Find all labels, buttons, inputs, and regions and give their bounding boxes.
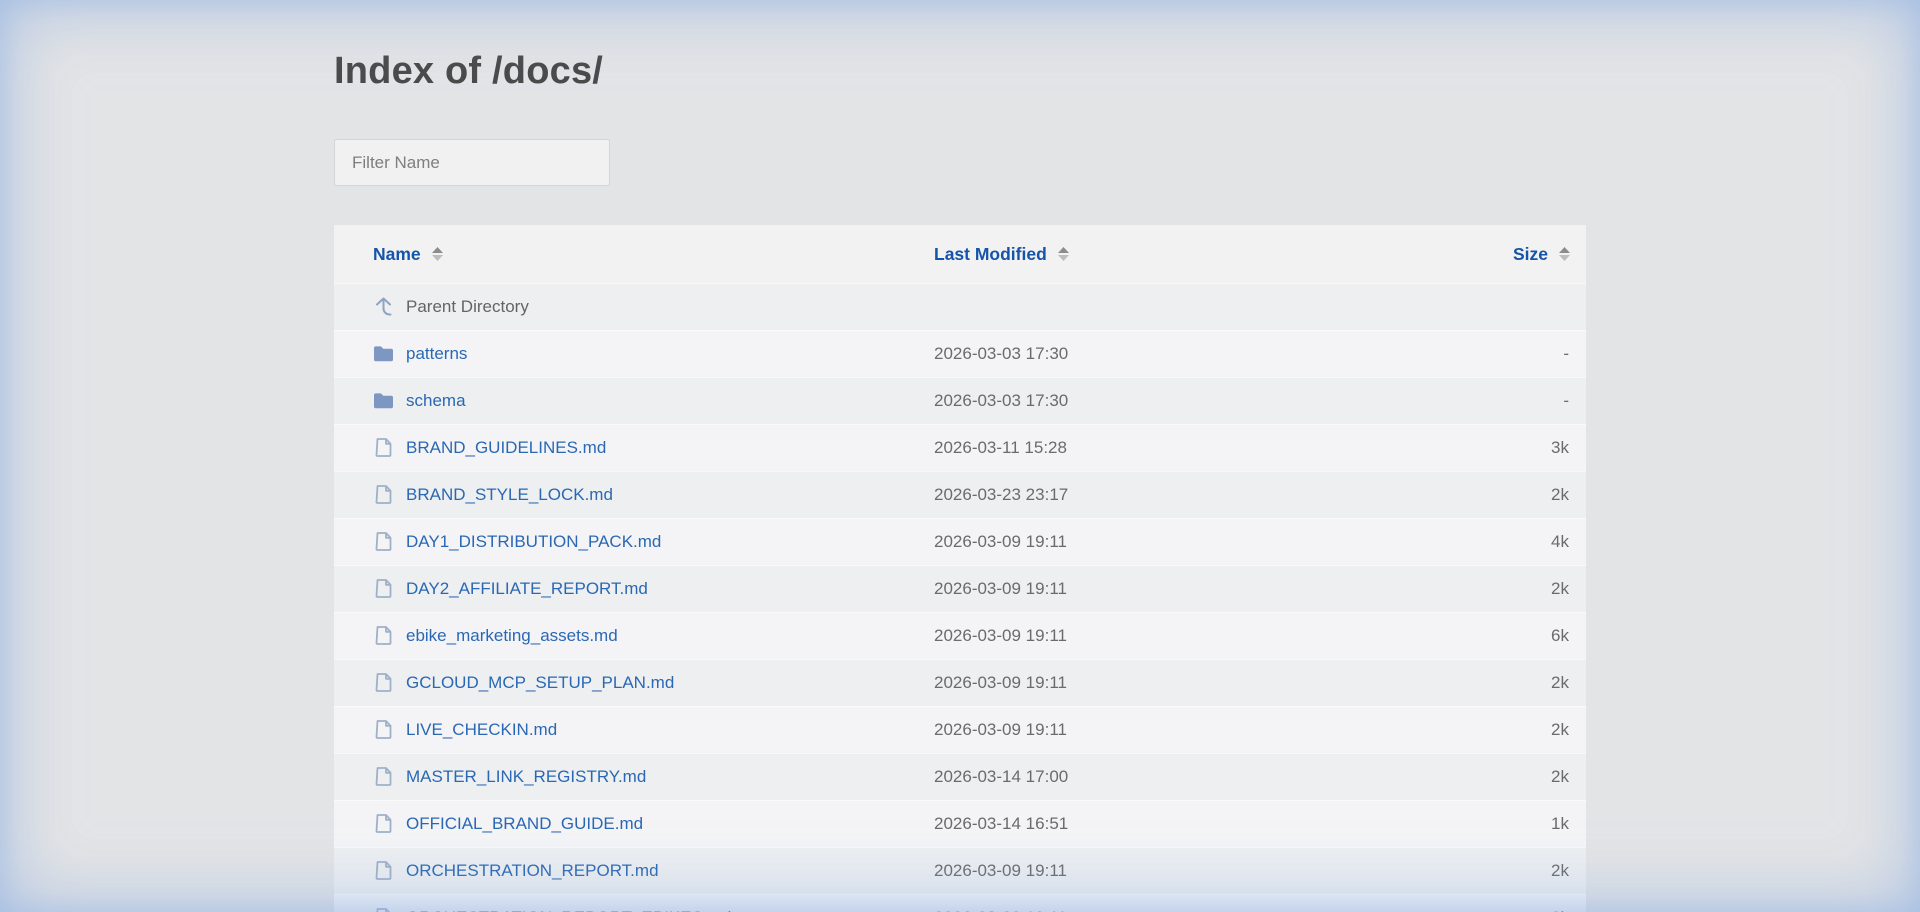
- name-cell: OFFICIAL_BRAND_GUIDE.md: [334, 812, 934, 835]
- last-modified-cell: 2026-03-09 19:11: [934, 532, 1456, 552]
- size-cell: 3k: [1456, 438, 1586, 458]
- size-cell: 2k: [1456, 767, 1586, 787]
- file-icon: [372, 624, 395, 647]
- last-modified-cell: 2026-03-14 16:51: [934, 814, 1456, 834]
- size-cell: 2k: [1456, 861, 1586, 881]
- table-row: DAY2_AFFILIATE_REPORT.md 2026-03-09 19:1…: [334, 565, 1586, 612]
- last-modified-cell: 2026-03-23 23:17: [934, 485, 1456, 505]
- name-cell: ORCHESTRATION_REPORT.md: [334, 859, 934, 882]
- size-cell: 2k: [1456, 720, 1586, 740]
- table-row: ORCHESTRATION_REPORT.md 2026-03-09 19:11…: [334, 847, 1586, 894]
- sort-icon[interactable]: [1559, 247, 1570, 261]
- column-header-size-label: Size: [1513, 244, 1548, 265]
- file-link[interactable]: ebike_marketing_assets.md: [406, 626, 618, 646]
- file-link[interactable]: ORCHESTRATION_REPORT.md: [406, 861, 659, 881]
- column-header-last-modified[interactable]: Last Modified: [934, 244, 1456, 265]
- file-link[interactable]: LIVE_CHECKIN.md: [406, 720, 557, 740]
- table-row: BRAND_STYLE_LOCK.md 2026-03-23 23:17 2k: [334, 471, 1586, 518]
- table-row: MASTER_LINK_REGISTRY.md 2026-03-14 17:00…: [334, 753, 1586, 800]
- file-icon: [372, 671, 395, 694]
- size-cell: -: [1456, 344, 1586, 364]
- file-icon: [372, 530, 395, 553]
- sort-icon[interactable]: [432, 247, 443, 261]
- page-title: Index of /docs/: [334, 50, 1586, 93]
- table-row: LIVE_CHECKIN.md 2026-03-09 19:11 2k: [334, 706, 1586, 753]
- file-icon: [372, 812, 395, 835]
- name-cell: ORCHESTRATION_REPORT_EBIKES.md: [334, 906, 934, 912]
- last-modified-cell: 2026-03-09 19:11: [934, 626, 1456, 646]
- file-link[interactable]: DAY2_AFFILIATE_REPORT.md: [406, 579, 648, 599]
- folder-link[interactable]: schema: [406, 391, 466, 411]
- file-icon: [372, 859, 395, 882]
- file-link[interactable]: BRAND_STYLE_LOCK.md: [406, 485, 613, 505]
- table-row: GCLOUD_MCP_SETUP_PLAN.md 2026-03-09 19:1…: [334, 659, 1586, 706]
- last-modified-cell: 2026-03-09 19:11: [934, 579, 1456, 599]
- column-header-name-label: Name: [373, 244, 421, 265]
- file-listing-table: Name Last Modified Size: [334, 225, 1586, 912]
- last-modified-cell: 2026-03-09 19:11: [934, 673, 1456, 693]
- size-cell: -: [1456, 391, 1586, 411]
- file-icon: [372, 906, 395, 912]
- file-link[interactable]: OFFICIAL_BRAND_GUIDE.md: [406, 814, 643, 834]
- file-link[interactable]: MASTER_LINK_REGISTRY.md: [406, 767, 646, 787]
- table-row: ORCHESTRATION_REPORT_EBIKES.md 2026-03-0…: [334, 894, 1586, 912]
- file-link[interactable]: GCLOUD_MCP_SETUP_PLAN.md: [406, 673, 674, 693]
- size-cell: 6k: [1456, 626, 1586, 646]
- file-link[interactable]: BRAND_GUIDELINES.md: [406, 438, 606, 458]
- column-header-size[interactable]: Size: [1456, 244, 1586, 265]
- size-cell: 4k: [1456, 532, 1586, 552]
- column-header-name[interactable]: Name: [334, 244, 934, 265]
- name-cell: Parent Directory: [334, 295, 934, 318]
- name-cell: GCLOUD_MCP_SETUP_PLAN.md: [334, 671, 934, 694]
- size-cell: 2k: [1456, 485, 1586, 505]
- table-row: OFFICIAL_BRAND_GUIDE.md 2026-03-14 16:51…: [334, 800, 1586, 847]
- sort-icon[interactable]: [1058, 247, 1069, 261]
- file-icon: [372, 577, 395, 600]
- last-modified-cell: 2026-03-11 15:28: [934, 438, 1456, 458]
- name-cell: LIVE_CHECKIN.md: [334, 718, 934, 741]
- parent-directory-link[interactable]: Parent Directory: [406, 297, 529, 317]
- last-modified-cell: 2026-03-09 19:11: [934, 720, 1456, 740]
- table-row: patterns 2026-03-03 17:30 -: [334, 330, 1586, 377]
- table-row: DAY1_DISTRIBUTION_PACK.md 2026-03-09 19:…: [334, 518, 1586, 565]
- table-header-row: Name Last Modified Size: [334, 225, 1586, 283]
- file-link[interactable]: DAY1_DISTRIBUTION_PACK.md: [406, 532, 661, 552]
- column-header-last-modified-label: Last Modified: [934, 244, 1047, 265]
- table-row: BRAND_GUIDELINES.md 2026-03-11 15:28 3k: [334, 424, 1586, 471]
- name-cell: MASTER_LINK_REGISTRY.md: [334, 765, 934, 788]
- table-row: Parent Directory: [334, 283, 1586, 330]
- last-modified-cell: 2026-03-14 17:00: [934, 767, 1456, 787]
- name-cell: ebike_marketing_assets.md: [334, 624, 934, 647]
- name-cell: DAY1_DISTRIBUTION_PACK.md: [334, 530, 934, 553]
- file-table-body: Parent Directory patterns 2026-03-03 17: [334, 283, 1586, 912]
- name-cell: patterns: [334, 342, 934, 365]
- last-modified-cell: 2026-03-09 19:11: [934, 861, 1456, 881]
- file-icon: [372, 483, 395, 506]
- directory-index-page: Index of /docs/ Name Last Modified Size: [334, 0, 1586, 912]
- filter-section: [334, 139, 1586, 186]
- file-icon: [372, 718, 395, 741]
- name-cell: DAY2_AFFILIATE_REPORT.md: [334, 577, 934, 600]
- last-modified-cell: 2026-03-03 17:30: [934, 344, 1456, 364]
- folder-icon: [372, 389, 395, 412]
- filter-name-input[interactable]: [334, 139, 610, 186]
- name-cell: BRAND_GUIDELINES.md: [334, 436, 934, 459]
- last-modified-cell: 2026-03-03 17:30: [934, 391, 1456, 411]
- file-icon: [372, 765, 395, 788]
- parent-directory-icon: [372, 295, 395, 318]
- size-cell: 1k: [1456, 814, 1586, 834]
- size-cell: 2k: [1456, 579, 1586, 599]
- folder-icon: [372, 342, 395, 365]
- last-modified-cell: 2026-03-09 19:11: [934, 908, 1456, 912]
- file-link[interactable]: ORCHESTRATION_REPORT_EBIKES.md: [406, 908, 731, 912]
- table-row: schema 2026-03-03 17:30 -: [334, 377, 1586, 424]
- name-cell: schema: [334, 389, 934, 412]
- file-icon: [372, 436, 395, 459]
- size-cell: 2k: [1456, 673, 1586, 693]
- folder-link[interactable]: patterns: [406, 344, 467, 364]
- table-row: ebike_marketing_assets.md 2026-03-09 19:…: [334, 612, 1586, 659]
- size-cell: 2k: [1456, 908, 1586, 912]
- name-cell: BRAND_STYLE_LOCK.md: [334, 483, 934, 506]
